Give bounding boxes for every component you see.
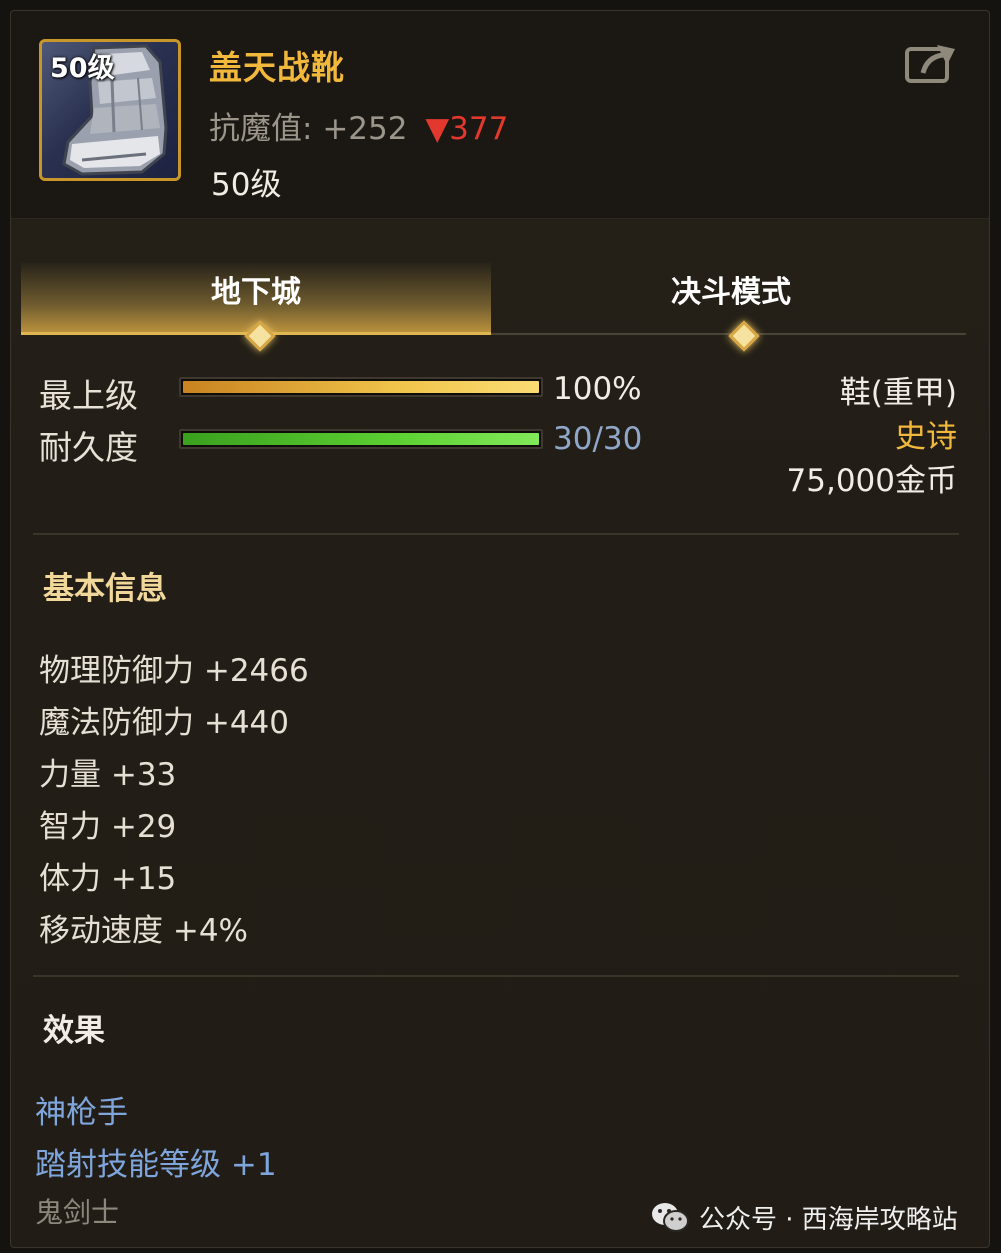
- share-button[interactable]: [903, 39, 959, 87]
- attribute-line: 体力 +15: [39, 861, 177, 897]
- item-rarity: 史诗: [895, 419, 957, 455]
- attribute-line: 力量 +33: [39, 757, 177, 793]
- durability-bar: [179, 429, 543, 449]
- magic-resist-delta: ▼377: [425, 111, 509, 147]
- magic-resist-line: 抗魔值: +252 ▼377: [209, 103, 508, 148]
- item-price: 75,000金币: [786, 463, 957, 499]
- basic-info-title: 基本信息: [43, 571, 167, 607]
- effect-line: 神枪手: [35, 1095, 128, 1131]
- durability-label: 耐久度: [39, 428, 138, 467]
- effect-line: 鬼剑士: [35, 1196, 120, 1229]
- top-grade-bar: [179, 377, 543, 397]
- effect-line: 踏射技能等级 +1: [35, 1147, 277, 1183]
- item-tooltip-panel: 50级 盖天战靴 抗魔值: +252 ▼377 50级 地下城 决斗模式 最上级…: [10, 10, 990, 1248]
- watermark-text: 公众号 · 西海岸攻略站: [699, 1204, 958, 1235]
- wechat-icon: [652, 1203, 689, 1232]
- top-grade-bar-fill: [183, 381, 539, 393]
- item-level: 50级: [211, 167, 282, 203]
- attribute-line: 魔法防御力 +440: [39, 705, 289, 741]
- item-header: 50级 盖天战靴 抗魔值: +252 ▼377 50级: [11, 11, 989, 219]
- magic-resist-value: +252: [322, 111, 408, 147]
- item-icon-level: 50级: [50, 53, 115, 84]
- item-name: 盖天战靴: [209, 48, 345, 87]
- share-icon: [905, 45, 955, 83]
- top-grade-value: 100%: [553, 371, 642, 407]
- attribute-line: 物理防御力 +2466: [39, 653, 309, 689]
- tab-duel-mode[interactable]: 决斗模式: [496, 263, 966, 335]
- divider: [33, 975, 959, 977]
- item-type: 鞋(重甲): [839, 375, 957, 411]
- durability-value: 30/30: [553, 421, 643, 457]
- top-grade-label: 最上级: [39, 376, 138, 415]
- attribute-line: 移动速度 +4%: [39, 913, 249, 949]
- durability-bar-fill: [183, 433, 539, 445]
- divider: [33, 533, 959, 535]
- watermark: 公众号 · 西海岸攻略站: [651, 1197, 958, 1237]
- effects-title: 效果: [43, 1013, 105, 1049]
- mode-tabs: 地下城 决斗模式: [21, 263, 966, 352]
- magic-resist-label: 抗魔值:: [209, 111, 313, 147]
- attribute-line: 智力 +29: [39, 809, 177, 845]
- item-icon[interactable]: 50级: [39, 39, 181, 181]
